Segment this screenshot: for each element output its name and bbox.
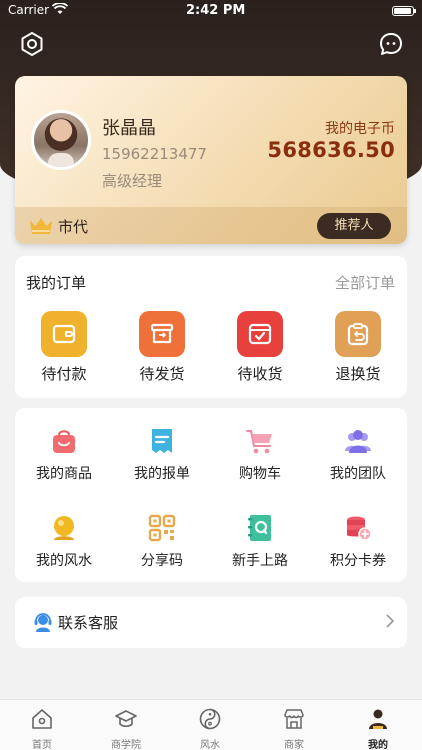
tab-home[interactable]: 首页: [0, 700, 84, 750]
guide-book-icon: [245, 513, 275, 543]
team-icon: [343, 426, 373, 456]
contact-service-row[interactable]: 联系客服: [15, 597, 407, 648]
tool-points-coupons-label: 积分卡券: [330, 553, 386, 569]
chevron-right-icon: [386, 614, 395, 628]
tool-my-team-label: 我的团队: [330, 466, 386, 482]
user-icon: [369, 709, 387, 729]
tab-merchants-label: 商家: [284, 740, 304, 750]
order-returns[interactable]: 退换货: [313, 311, 403, 386]
shopping-bag-icon: [49, 426, 79, 456]
tab-merchants[interactable]: 商家: [252, 700, 336, 750]
customer-service-icon: [34, 613, 52, 632]
avatar[interactable]: [31, 110, 91, 170]
contact-service-label: 联系客服: [58, 614, 119, 632]
receipt-icon: [147, 426, 177, 456]
qr-code-icon: [147, 513, 177, 543]
member-card: 张晶晶 15962213477 高级经理 我的电子币 568636.50 市代 …: [15, 76, 407, 244]
member-level: 市代: [58, 218, 89, 236]
settings-icon[interactable]: [19, 31, 45, 57]
my-orders-panel: 我的订单 全部订单 待付款 待发货 待收货 退换货: [15, 256, 407, 398]
coin-label: 我的电子币: [325, 121, 395, 137]
tab-fengshui-label: 风水: [200, 740, 220, 750]
card-level-bar: 市代 推荐人: [15, 207, 407, 244]
order-pending-payment[interactable]: 待付款: [19, 311, 109, 386]
tab-mine-label: 我的: [368, 740, 388, 750]
tool-beginner-guide[interactable]: 新手上路: [211, 513, 309, 583]
yin-yang-icon: [199, 708, 221, 730]
wallet-icon: [41, 311, 87, 357]
tool-my-products-label: 我的商品: [36, 466, 92, 482]
order-returns-label: 退换货: [335, 365, 381, 383]
coupon-icon: [343, 513, 373, 543]
store-icon: [284, 709, 304, 729]
order-pending-receipt-label: 待收货: [237, 365, 283, 383]
user-phone: 15962213477: [102, 145, 207, 163]
tool-beginner-guide-label: 新手上路: [232, 553, 288, 569]
referrer-button[interactable]: 推荐人: [317, 213, 391, 239]
tab-fengshui[interactable]: 风水: [168, 700, 252, 750]
tool-shopping-cart-label: 购物车: [239, 466, 281, 482]
coin-balance: 568636.50: [267, 138, 395, 162]
user-name: 张晶晶: [102, 118, 156, 139]
status-bar: Carrier 2:42 PM: [0, 0, 422, 22]
order-pending-shipment[interactable]: 待发货: [117, 311, 207, 386]
receive-icon: [237, 311, 283, 357]
order-pending-receipt[interactable]: 待收货: [215, 311, 305, 386]
message-icon[interactable]: [378, 31, 404, 57]
tab-business-school[interactable]: 商学院: [84, 700, 168, 750]
tool-my-team[interactable]: 我的团队: [309, 426, 407, 496]
orders-title: 我的订单: [26, 274, 87, 292]
all-orders-link[interactable]: 全部订单: [335, 272, 395, 293]
box-icon: [139, 311, 185, 357]
tool-points-coupons[interactable]: 积分卡券: [309, 513, 407, 583]
return-icon: [335, 311, 381, 357]
graduation-cap-icon: [115, 710, 137, 728]
tool-my-products[interactable]: 我的商品: [15, 426, 113, 496]
tool-shopping-cart[interactable]: 购物车: [211, 426, 309, 496]
order-pending-payment-label: 待付款: [41, 365, 87, 383]
tool-share-code[interactable]: 分享码: [113, 513, 211, 583]
tab-business-school-label: 商学院: [111, 740, 141, 750]
tab-home-label: 首页: [32, 740, 52, 750]
battery-icon: [392, 6, 416, 16]
tool-my-reports[interactable]: 我的报单: [113, 426, 211, 496]
tools-panel: 我的商品 我的报单 购物车 我的团队 我的风水 分享码 新手上路 积分卡券: [15, 408, 407, 582]
tool-my-reports-label: 我的报单: [134, 466, 190, 482]
wifi-icon: [51, 2, 69, 18]
user-role: 高级经理: [102, 172, 163, 190]
order-pending-shipment-label: 待发货: [139, 365, 185, 383]
home-icon: [32, 709, 52, 729]
tool-share-code-label: 分享码: [141, 553, 183, 569]
tab-mine[interactable]: 我的: [336, 700, 420, 750]
clock: 2:42 PM: [186, 3, 246, 18]
tool-my-fengshui-label: 我的风水: [36, 553, 92, 569]
cart-icon: [245, 426, 275, 456]
tool-my-fengshui[interactable]: 我的风水: [15, 513, 113, 583]
crystal-ball-icon: [49, 513, 79, 543]
crown-icon: [30, 218, 52, 234]
bottom-tab-bar: 首页 商学院 风水 商家 我的: [0, 699, 422, 750]
carrier-label: Carrier: [8, 3, 50, 17]
